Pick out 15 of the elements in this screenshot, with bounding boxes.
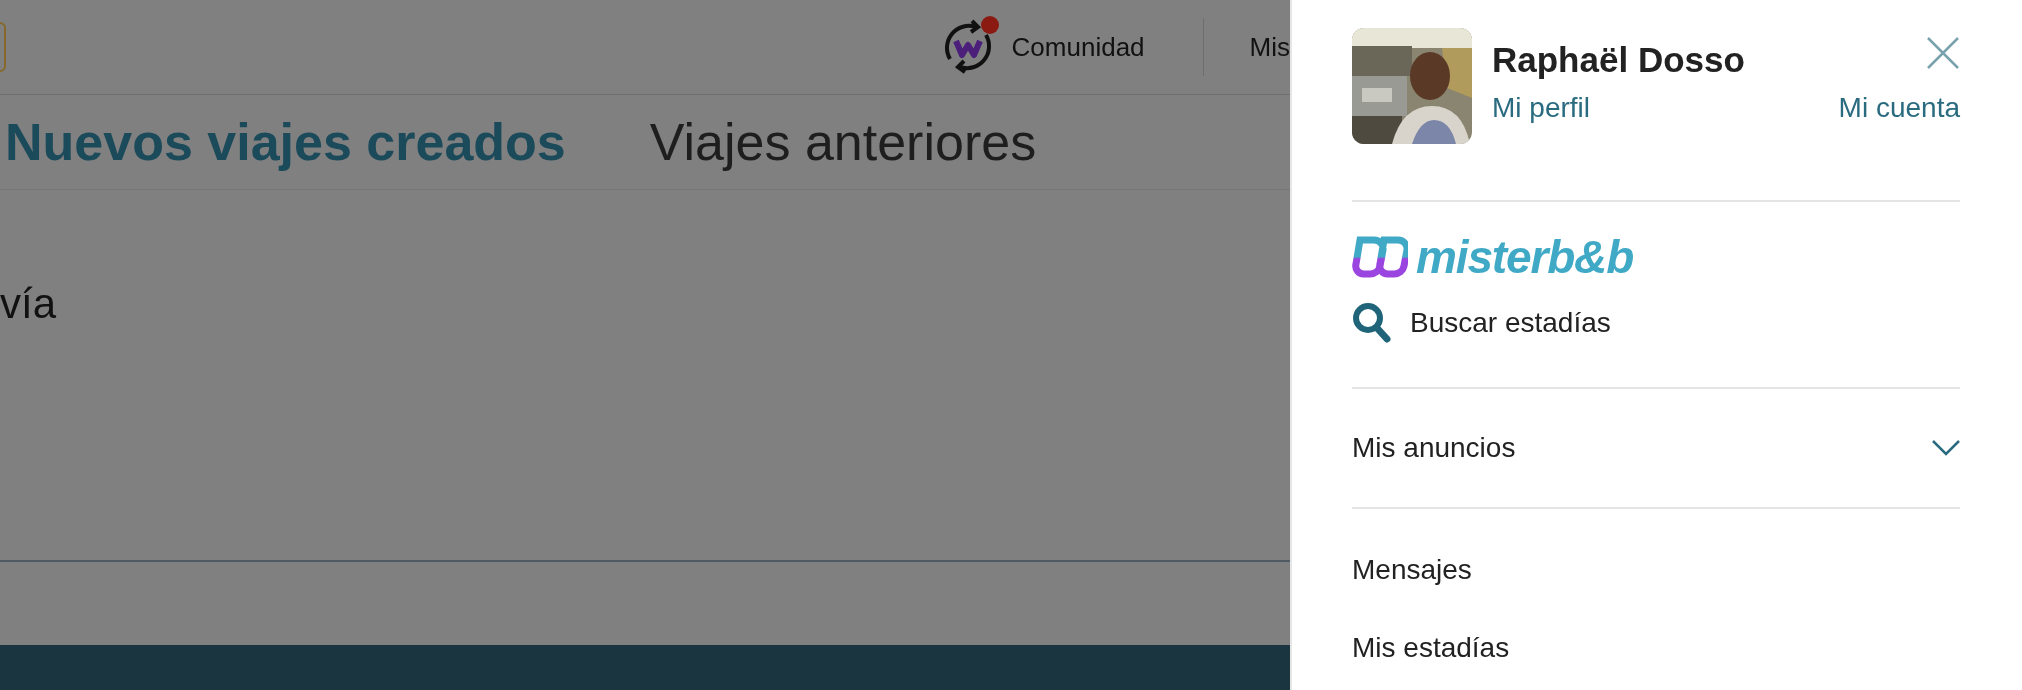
nav-link[interactable]: Mis: [1249, 27, 1290, 67]
close-icon[interactable]: [1926, 36, 1960, 70]
search-link[interactable]: Buscar estadías: [1410, 302, 1611, 344]
body-text: vía: [0, 279, 57, 329]
profile-link[interactable]: Mi perfil: [1492, 87, 1590, 129]
chevron-down-icon[interactable]: [1932, 440, 1960, 456]
menu-item[interactable]: Mis estadías: [1352, 627, 1510, 669]
brand-logo-icon: [1352, 234, 1408, 280]
menu-item[interactable]: Mensajes: [1352, 549, 1472, 591]
community-link[interactable]: Comunidad: [1011, 27, 1145, 67]
account-link[interactable]: Mi cuenta: [1838, 87, 1960, 129]
tab[interactable]: Viajes anteriores: [649, 103, 1037, 181]
menu-item[interactable]: Mis anuncios: [1352, 427, 1516, 469]
user-name: Raphaël Dosso: [1492, 42, 1745, 77]
search-icon[interactable]: [1352, 302, 1392, 344]
